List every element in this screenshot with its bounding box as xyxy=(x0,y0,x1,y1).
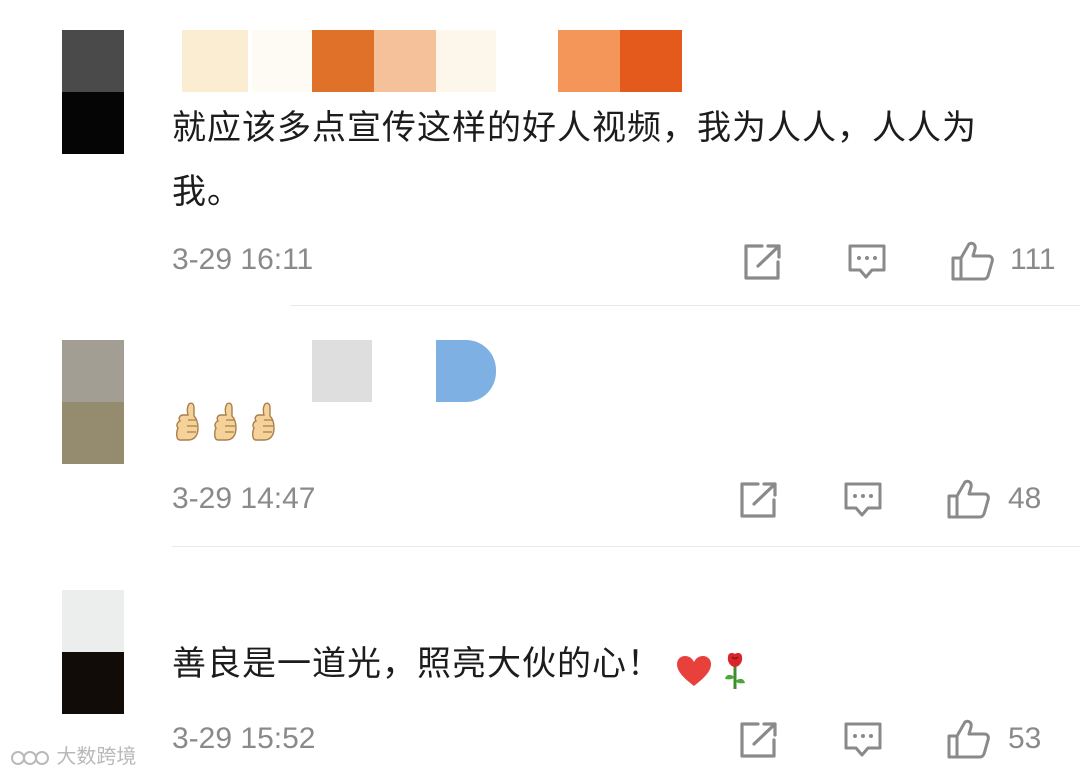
watermark: 大数跨境 xyxy=(10,740,136,770)
comment-text: 善良是一道光，照亮大伙的心！ xyxy=(172,644,662,684)
watermark-logo-icon xyxy=(11,750,49,765)
avatar[interactable] xyxy=(62,340,124,464)
username-blurred[interactable] xyxy=(182,30,686,92)
comment-text: 就应该多点宣传这样的好人视频，我为人人，人人为我。 xyxy=(172,108,977,212)
divider xyxy=(172,546,1080,547)
thumbs-up-icon[interactable] xyxy=(946,718,992,760)
like-count: 111 xyxy=(1010,243,1056,276)
comment-time: 3-29 15:52 xyxy=(172,722,316,755)
thumbs-up-icon[interactable] xyxy=(950,240,996,282)
like-count: 53 xyxy=(1008,722,1042,755)
comment-time: 3-29 14:47 xyxy=(172,482,316,515)
comment-bubble-icon[interactable] xyxy=(842,480,884,520)
rose-emoji xyxy=(725,652,746,689)
username-blurred[interactable] xyxy=(312,340,502,402)
share-square-icon[interactable] xyxy=(742,242,784,282)
comment-bubble-icon[interactable] xyxy=(846,242,888,282)
comment-time: 3-29 16:11 xyxy=(172,243,314,276)
red-heart-emoji xyxy=(677,655,712,686)
share-square-icon[interactable] xyxy=(738,720,780,760)
thumbs-up-emoji xyxy=(213,402,237,441)
comment-text-row: 善良是一道光，照亮大伙的心！ xyxy=(172,632,750,696)
share-square-icon[interactable] xyxy=(738,480,780,520)
thumbs-up-emoji xyxy=(175,402,199,441)
avatar[interactable] xyxy=(62,590,124,714)
comment-item: 3-29 14:47 48 xyxy=(0,306,1080,546)
comment-item: 善良是一道光，照亮大伙的心！ 3-29 15:52 53 xyxy=(0,548,1080,776)
comment-item: 就应该多点宣传这样的好人视频，我为人人，人人为我。 3-29 16:11 111 xyxy=(0,0,1080,306)
comment-emoji-row xyxy=(174,402,288,442)
comment-bubble-icon[interactable] xyxy=(842,720,884,760)
like-count: 48 xyxy=(1008,482,1042,515)
watermark-text: 大数跨境 xyxy=(56,744,137,768)
thumbs-up-icon[interactable] xyxy=(946,478,992,520)
avatar[interactable] xyxy=(62,30,124,154)
thumbs-up-emoji xyxy=(251,402,275,441)
